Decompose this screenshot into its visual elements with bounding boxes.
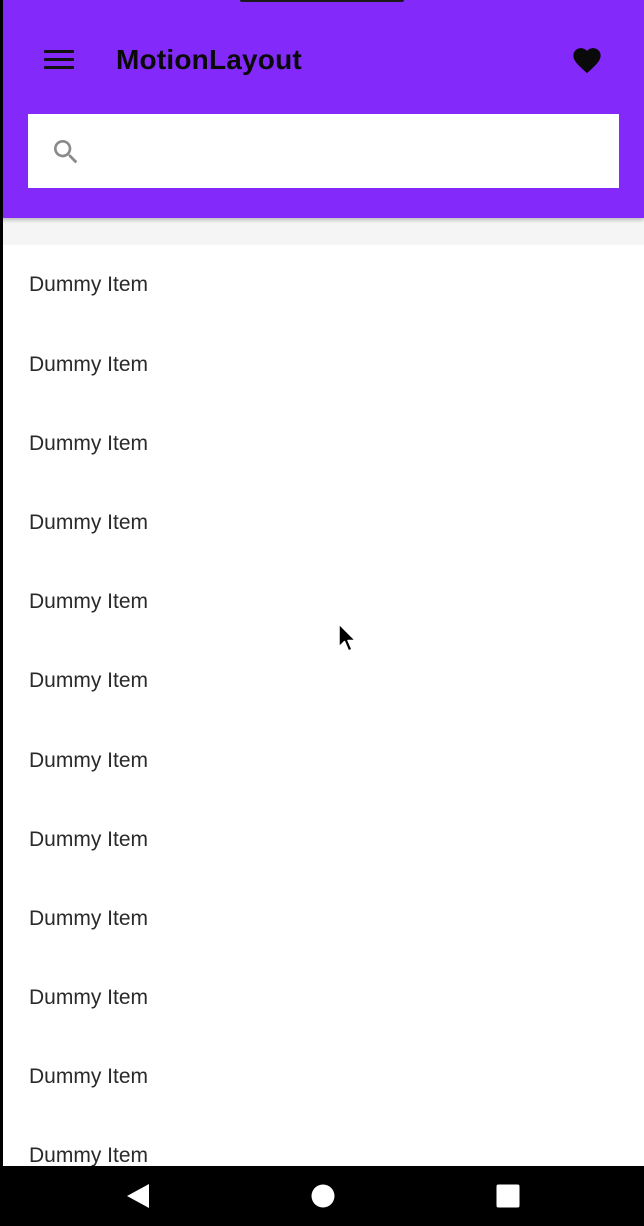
list-item[interactable]: Dummy Item — [0, 800, 644, 879]
page-title: MotionLayout — [116, 44, 302, 75]
list-item[interactable]: Dummy Item — [0, 1117, 644, 1166]
system-nav-bar — [0, 1166, 644, 1226]
item-list: Dummy Item Dummy Item Dummy Item Dummy I… — [0, 245, 644, 1166]
list-item[interactable]: Dummy Item — [0, 959, 644, 1038]
list-item[interactable]: Dummy Item — [0, 245, 644, 325]
home-circle-icon — [311, 1184, 335, 1208]
back-triangle-icon — [127, 1184, 149, 1208]
list-item[interactable]: Dummy Item — [0, 325, 644, 404]
device-edge — [0, 0, 3, 1166]
search-icon — [54, 140, 78, 164]
menu-line — [44, 57, 74, 61]
favorite-button[interactable] — [566, 38, 608, 80]
list-item[interactable]: Dummy Item — [0, 563, 644, 642]
list-top-divider — [0, 218, 644, 245]
mouse-pointer-icon — [338, 623, 357, 652]
app-bar: MotionLayout — [0, 0, 644, 218]
hamburger-menu-icon[interactable] — [36, 38, 82, 80]
recents-square-icon — [496, 1184, 520, 1208]
menu-line — [44, 65, 74, 69]
search-input[interactable] — [100, 128, 604, 176]
home-button[interactable] — [303, 1176, 343, 1216]
list-item[interactable]: Dummy Item — [0, 404, 644, 483]
list-item[interactable]: Dummy Item — [0, 642, 644, 721]
recents-button[interactable] — [488, 1176, 528, 1216]
list-item[interactable]: Dummy Item — [0, 721, 644, 800]
list-item[interactable]: Dummy Item — [0, 1038, 644, 1117]
search-bar[interactable] — [28, 114, 619, 188]
menu-line — [44, 49, 74, 53]
back-button[interactable] — [118, 1176, 158, 1216]
list-item[interactable]: Dummy Item — [0, 483, 644, 562]
device-notch — [240, 0, 404, 2]
list-item[interactable]: Dummy Item — [0, 879, 644, 958]
heart-icon — [573, 48, 601, 74]
phone-screen: MotionLayout Dummy Item Dummy Item Dummy… — [0, 0, 644, 1226]
